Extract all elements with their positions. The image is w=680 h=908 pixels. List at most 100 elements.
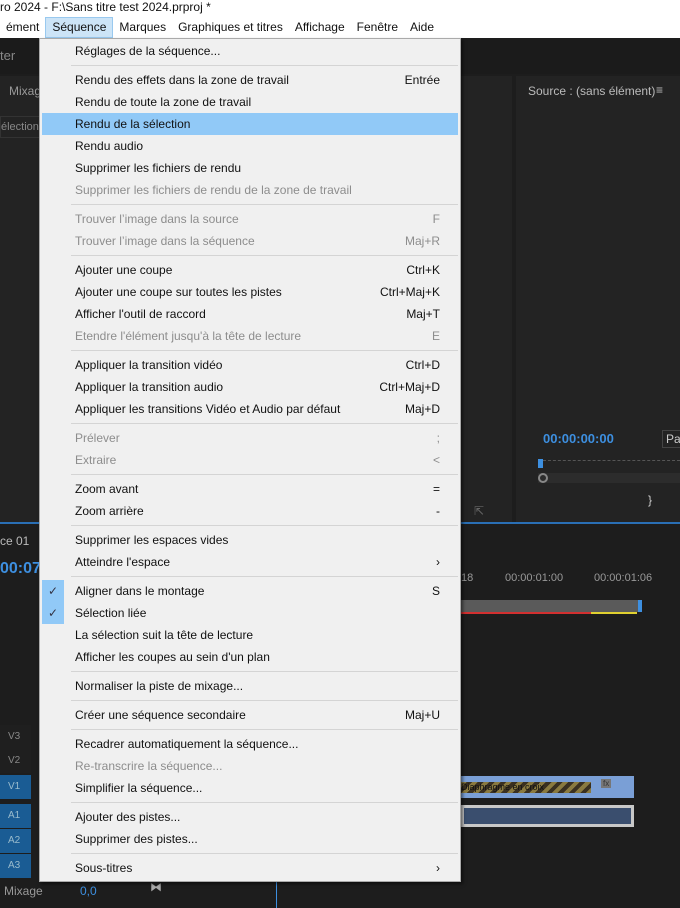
menu-item[interactable]: Rendu de toute la zone de travail <box>42 91 458 113</box>
source-playhead[interactable] <box>538 459 543 468</box>
menu-item[interactable]: Ajouter une coupe Ctrl+K <box>42 259 458 281</box>
menu-item-shortcut: Ctrl+Maj+K <box>379 285 440 299</box>
menu-item-shortcut: - <box>436 504 440 518</box>
source-timecode[interactable]: 00:00:00:00 <box>543 431 614 446</box>
menu-item-label: Aligner dans le montage <box>75 584 205 598</box>
menu-item[interactable]: Rendu des effets dans la zone de travail… <box>42 69 458 91</box>
track-header[interactable]: V2 <box>0 749 31 773</box>
mixage-value[interactable]: 0,0 <box>80 884 97 898</box>
menu-item[interactable]: Appliquer la transition vidéo Ctrl+D <box>42 354 458 376</box>
menu-item-shortcut: Entrée <box>404 73 440 87</box>
menu-item[interactable]: Simplifier la séquence... <box>42 777 458 799</box>
menu-item[interactable]: Afficher l'outil de raccord Maj+T <box>42 303 458 325</box>
menu-separator <box>40 347 460 354</box>
mixage-toggle-icon[interactable]: ⧓ <box>150 880 162 894</box>
mark-out-icon[interactable]: } <box>648 493 652 507</box>
menu-item-shortcut: Ctrl+Maj+D <box>379 380 440 394</box>
menu-item[interactable]: Réglages de la séquence... <box>42 40 458 62</box>
menu-separator <box>40 522 460 529</box>
track-header[interactable]: A1 <box>0 804 31 828</box>
work-area-bar[interactable] <box>461 600 641 612</box>
menu-item-label: Supprimer les fichiers de rendu <box>75 161 242 175</box>
menubar-item[interactable]: Séquence <box>45 17 114 38</box>
source-scrollbar[interactable] <box>538 473 680 483</box>
menu-item[interactable]: La sélection suit la tête de lecture <box>42 624 458 646</box>
source-monitor: Source : (sans élément) ≡ 00:00:00:00 Pa… <box>516 76 680 522</box>
menubar-item[interactable]: Graphiques et titres <box>172 17 289 38</box>
panel-menu-icon[interactable]: ≡ <box>656 83 663 97</box>
menu-item-label: Sous-titres <box>75 861 133 875</box>
menu-item-shortcut: Maj+T <box>406 307 440 321</box>
menu-item-label: Recadrer automatiquement la séquence... <box>75 737 299 751</box>
render-bar-red <box>461 612 591 614</box>
menubar-item[interactable]: Fenêtre <box>351 17 404 38</box>
track-header[interactable]: V3 <box>0 725 31 749</box>
menubar-item[interactable]: Aide <box>404 17 440 38</box>
menu-separator <box>40 252 460 259</box>
menu-item-label: Etendre l'élément jusqu'à la tête de lec… <box>75 329 302 343</box>
zoom-handle[interactable] <box>538 473 548 483</box>
workspace-tab[interactable]: ter <box>0 48 15 63</box>
menu-item[interactable]: Atteindre l'espace › <box>42 551 458 573</box>
sequence-menu: Réglages de la séquence... Rendu des effe… <box>39 38 461 882</box>
menu-item[interactable]: Zoom avant = <box>42 478 458 500</box>
menu-item-label: Supprimer les fichiers de rendu de la zo… <box>75 183 352 197</box>
menu-separator <box>40 697 460 704</box>
menu-item[interactable]: Sous-titres › <box>42 857 458 879</box>
menubar-item[interactable]: Marques <box>113 17 172 38</box>
transition-label[interactable]: Diaphragme en croix <box>461 782 591 793</box>
menu-item-label: Ajouter une coupe <box>75 263 173 277</box>
menu-item-label: Supprimer des pistes... <box>75 832 198 846</box>
menu-item[interactable]: Créer une séquence secondaire Maj+U <box>42 704 458 726</box>
menu-item-label: Prélever <box>75 431 120 445</box>
menu-item[interactable]: Supprimer les fichiers de rendu <box>42 157 458 179</box>
window-title: ro 2024 - F:\Sans titre test 2024.prproj… <box>0 0 680 17</box>
mixer-tab[interactable]: Mixag <box>9 84 41 98</box>
menu-item[interactable]: Normaliser la piste de mixage... <box>42 675 458 697</box>
menu-separator <box>40 668 460 675</box>
menu-item[interactable]: Recadrer automatiquement la séquence... <box>42 733 458 755</box>
menu-item[interactable]: Zoom arrière - <box>42 500 458 522</box>
video-clip[interactable]: Diaphragme en croix fx <box>461 776 634 798</box>
menu-item[interactable]: Rendu audio <box>42 135 458 157</box>
ruler-label: 00:00:01:06 <box>594 572 653 584</box>
source-ruler <box>538 460 680 461</box>
menu-separator <box>40 62 460 69</box>
menu-item[interactable]: ✓ Aligner dans le montage S <box>42 580 458 602</box>
menu-separator <box>40 420 460 427</box>
menu-item[interactable]: Supprimer des pistes... <box>42 828 458 850</box>
menu-item-label: Normaliser la piste de mixage... <box>75 679 244 693</box>
menu-item-label: Ajouter une coupe sur toutes les pistes <box>75 285 282 299</box>
menu-item[interactable]: Appliquer les transitions Vidéo et Audio… <box>42 398 458 420</box>
menu-item[interactable]: Rendu de la sélection <box>42 113 458 135</box>
menu-item-shortcut: E <box>431 329 440 343</box>
menu-item-shortcut: ; <box>436 431 440 445</box>
sequence-timecode[interactable]: 00:07 <box>0 560 41 578</box>
track-header[interactable]: V1 <box>0 775 31 799</box>
sequence-tab[interactable]: ce 01 <box>0 534 29 548</box>
menubar-item[interactable]: ément <box>0 17 45 38</box>
menu-item: Trouver l’image dans la source F <box>42 208 458 230</box>
menu-item[interactable]: Ajouter des pistes... <box>42 806 458 828</box>
menu-item-label: Rendu de la sélection <box>75 117 191 131</box>
menu-item-label: Trouver l’image dans la séquence <box>75 234 255 248</box>
menu-item[interactable]: Afficher les coupes au sein d'un plan <box>42 646 458 668</box>
fit-dropdown[interactable]: Pa <box>662 430 680 448</box>
menu-item-label: Atteindre l'espace <box>75 555 171 569</box>
menu-item[interactable]: ✓ Sélection liée <box>42 602 458 624</box>
menu-item: Re-transcrire la séquence... <box>42 755 458 777</box>
track-header[interactable]: A3 <box>0 854 31 878</box>
menu-item[interactable]: Supprimer les espaces vides <box>42 529 458 551</box>
audio-clip[interactable] <box>461 805 634 827</box>
menubar-item[interactable]: Affichage <box>289 17 351 38</box>
menu-item[interactable]: Ajouter une coupe sur toutes les pistes C… <box>42 281 458 303</box>
menu-item-label: Ajouter des pistes... <box>75 810 181 824</box>
menu-item-label: Trouver l’image dans la source <box>75 212 239 226</box>
menu-item: Supprimer les fichiers de rendu de la zo… <box>42 179 458 201</box>
work-area-end-handle[interactable] <box>638 600 642 612</box>
menu-item-label: La sélection suit la tête de lecture <box>75 628 254 642</box>
export-frame-icon[interactable]: ⇱ <box>474 504 484 518</box>
menu-item[interactable]: Appliquer la transition audio Ctrl+Maj+D <box>42 376 458 398</box>
track-header[interactable]: A2 <box>0 829 31 853</box>
menu-item-shortcut: < <box>432 453 440 467</box>
